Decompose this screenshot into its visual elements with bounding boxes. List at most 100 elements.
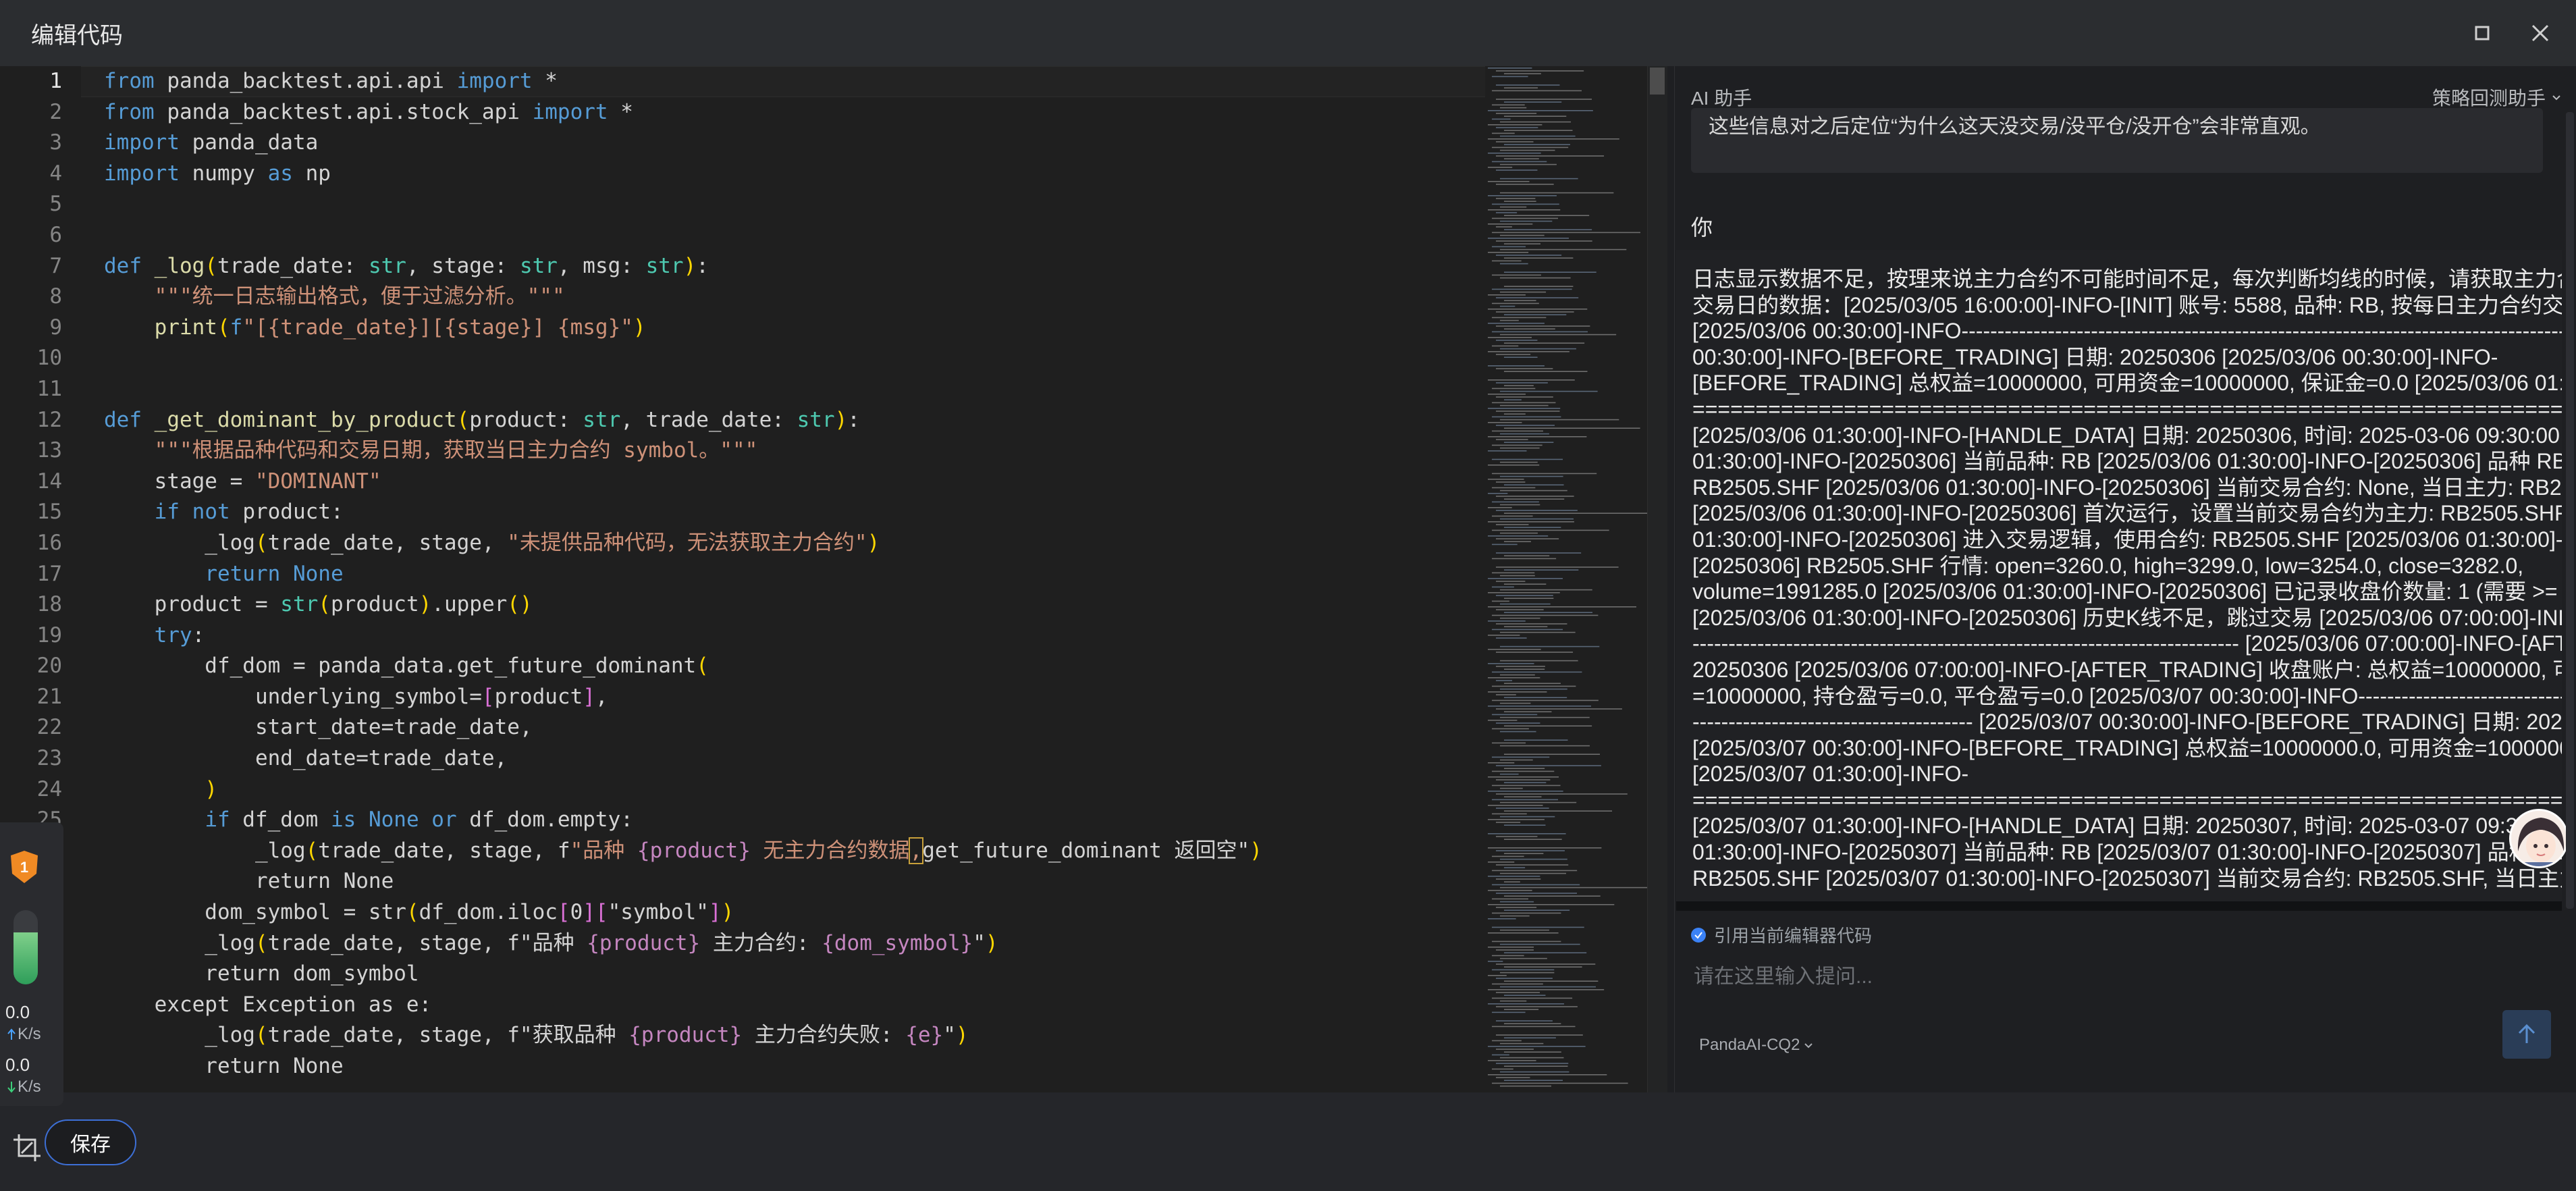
editor-scrollbar[interactable] [1647,66,1667,1092]
ai-panel-scrollbar[interactable] [2566,112,2574,909]
code-line[interactable]: _log(trade_date, stage, f"品种 {product} 主… [81,928,1485,959]
svg-text:1: 1 [20,859,28,876]
code-line[interactable]: underlying_symbol=[product], [81,682,1485,713]
code-line[interactable] [81,343,1485,374]
line-number: 13 [36,438,62,463]
line-number: 3 [49,130,62,155]
line-number: 4 [49,161,62,186]
line-number: 20 [36,654,62,679]
crop-button[interactable] [7,1128,47,1168]
assistant-mode-dropdown[interactable]: 策略回测助手 [2432,84,2562,111]
assistant-avatar[interactable] [2509,809,2569,868]
user-message-line: RB2505.SHF [2025/03/07 01:30:00]-INFO-[2… [1692,866,2562,891]
user-message-line: 20250306 [2025/03/06 07:00:00]-INFO-[AFT… [1692,657,2562,682]
assistant-mode-label: 策略回测助手 [2432,88,2546,109]
cite-editor-code-toggle[interactable]: 引用当前编辑器代码 [1691,922,1872,947]
ai-assistant-panel: AI 助手 策略回测助手 这些信息对之后定位“为什么这天没交易/没平仓/没开仓”… [1674,66,2576,1092]
prompt-input[interactable] [1692,953,2502,1001]
model-selector[interactable]: PandaAI-CQ2 [1699,1036,1813,1055]
code-line[interactable] [81,220,1485,251]
code-line[interactable]: def _get_dominant_by_product(product: st… [81,405,1485,436]
assistant-message-text: 这些信息对之后定位“为什么这天没交易/没平仓/没开仓”会非常直观。 [1709,115,2321,138]
line-number: 9 [49,315,62,340]
user-message-line: volume=1991285.0 [2025/03/06 01:30:00]-I… [1692,579,2562,604]
window-title: 编辑代码 [31,22,123,49]
user-label: 你 [1691,215,1713,240]
line-number: 6 [49,222,62,247]
save-button[interactable]: 保存 [45,1119,136,1165]
code-line[interactable]: _log(trade_date, stage, f"获取品种 {product}… [81,1020,1485,1051]
cite-label: 引用当前编辑器代码 [1714,926,1873,946]
line-number: 14 [36,469,62,494]
user-message-line: [2025/03/07 01:30:00]-INFO-[HANDLE_DATA]… [1692,814,2530,839]
user-message-line: 日志显示数据不足，按理来说主力合约不可能时间不足，每次判断均线的时候，请获取主力… [1692,267,2562,291]
code-line[interactable]: import panda_data [81,128,1485,159]
code-line[interactable]: return None [81,559,1485,590]
code-editor[interactable]: 1 2 3 4 5 6 7 8 9 10 11 12 13 14 15 16 17 18 19 20 21 22 23 24 2… [0,66,1667,1092]
code-line[interactable] [81,189,1485,220]
code-line[interactable]: if df_dom is None or df_dom.empty: [81,805,1485,836]
user-message-line: ----------------------------------------… [1692,631,2562,656]
upload-speed-value: 0.0 [5,1002,30,1022]
code-line[interactable]: if not product: [81,497,1485,528]
code-line[interactable]: end_date=trade_date, [81,743,1485,774]
shield-badge-icon: 1 [11,851,38,883]
code-area[interactable]: from panda_backtest.api.api import * from… [81,66,1485,1092]
chevron-down-icon [1804,1043,1813,1049]
network-monitor-widget[interactable]: 1 0.0 K/s 0.0 K/s [0,822,63,1106]
user-message-line: ========================================… [1692,787,2562,812]
arrow-up-icon [2518,1024,2535,1043]
upload-speed-unit: K/s [7,1025,41,1044]
line-number: 1 [49,69,62,93]
code-line[interactable]: from panda_backtest.api.stock_api import… [81,97,1485,128]
code-line[interactable]: """根据品种代码和交易日期，获取当日主力合约 symbol。""" [81,435,1485,467]
user-message-line: [2025/03/07 01:30:00]-INFO- [1692,762,1969,787]
line-number: 2 [49,99,62,124]
code-line[interactable]: from panda_backtest.api.api import * [81,66,1485,97]
chevron-down-icon [2552,95,2560,101]
code-line[interactable]: start_date=trade_date, [81,712,1485,743]
close-button[interactable] [2525,18,2556,49]
user-message-line: 01:30:00]-INFO-[20250306] 当前品种: RB [2025… [1692,449,2562,474]
user-message-line: =10000000, 持仓盈亏=0.0, 平仓盈亏=0.0 [2025/03/0… [1692,683,2562,708]
arrow-down-icon [7,1082,16,1093]
send-button[interactable] [2502,1010,2551,1059]
code-line[interactable]: try: [81,620,1485,652]
user-message-text: 日志显示数据不足，按理来说主力合约不可能时间不足，每次判断均线的时候，请获取主力… [1676,250,2562,891]
code-line[interactable]: _log(trade_date, stage, f"品种 {product} 无… [81,836,1485,867]
user-message-line: [20250306] RB2505.SHF 行情: open=3260.0, h… [1692,553,2524,578]
code-line[interactable]: print(f"[{trade_date}][{stage}] {msg}") [81,313,1485,344]
line-number: 12 [36,407,62,432]
user-message-line: 交易日的数据：[2025/03/05 16:00:00]-INFO-[INIT]… [1692,292,2562,317]
code-line[interactable] [81,374,1485,405]
code-line[interactable]: def _log(trade_date: str, stage: str, ms… [81,251,1485,282]
code-line[interactable]: return None [81,1051,1485,1082]
code-line[interactable]: import numpy as np [81,159,1485,190]
editor-scrollbar-thumb[interactable] [1650,68,1665,95]
memory-gauge-fill [14,932,38,984]
code-line[interactable]: dom_symbol = str(df_dom.iloc[0]["symbol"… [81,897,1485,928]
minimap[interactable] [1485,66,1654,1092]
code-line[interactable]: """统一日志输出格式，便于过滤分析。""" [81,282,1485,313]
line-number: 19 [36,623,62,647]
user-message-line: [2025/03/06 01:30:00]-INFO-[20250306] 首次… [1692,501,2562,526]
code-line[interactable]: stage = "DOMINANT" [81,467,1485,498]
crop-icon [14,1134,41,1161]
ai-panel-title: AI 助手 [1691,88,1752,109]
line-number: 21 [36,684,62,709]
code-line[interactable]: ) [81,774,1485,805]
maximize-button[interactable] [2467,18,2498,49]
user-message-line: [2025/03/07 00:30:00]-INFO-[BEFORE_TRADI… [1692,735,2562,760]
user-message-line: 01:30:00]-INFO-[20250307] 当前品种: RB [2025… [1692,840,2562,865]
code-line[interactable]: product = str(product).upper() [81,589,1485,620]
title-bar: 编辑代码 [0,0,2576,66]
minimap-preview [1488,68,1648,1087]
code-line[interactable]: df_dom = panda_data.get_future_dominant( [81,651,1485,682]
code-line[interactable]: return None [81,866,1485,897]
code-line[interactable]: _log(trade_date, stage, "未提供品种代码，无法获取主力合… [81,528,1485,559]
user-message-line: 01:30:00]-INFO-[20250306] 进入交易逻辑，使用合约: R… [1692,527,2562,552]
maximize-icon [2475,26,2490,41]
code-line[interactable]: except Exception as e: [81,990,1485,1021]
code-line[interactable]: return dom_symbol [81,959,1485,990]
download-speed-unit: K/s [7,1078,41,1096]
